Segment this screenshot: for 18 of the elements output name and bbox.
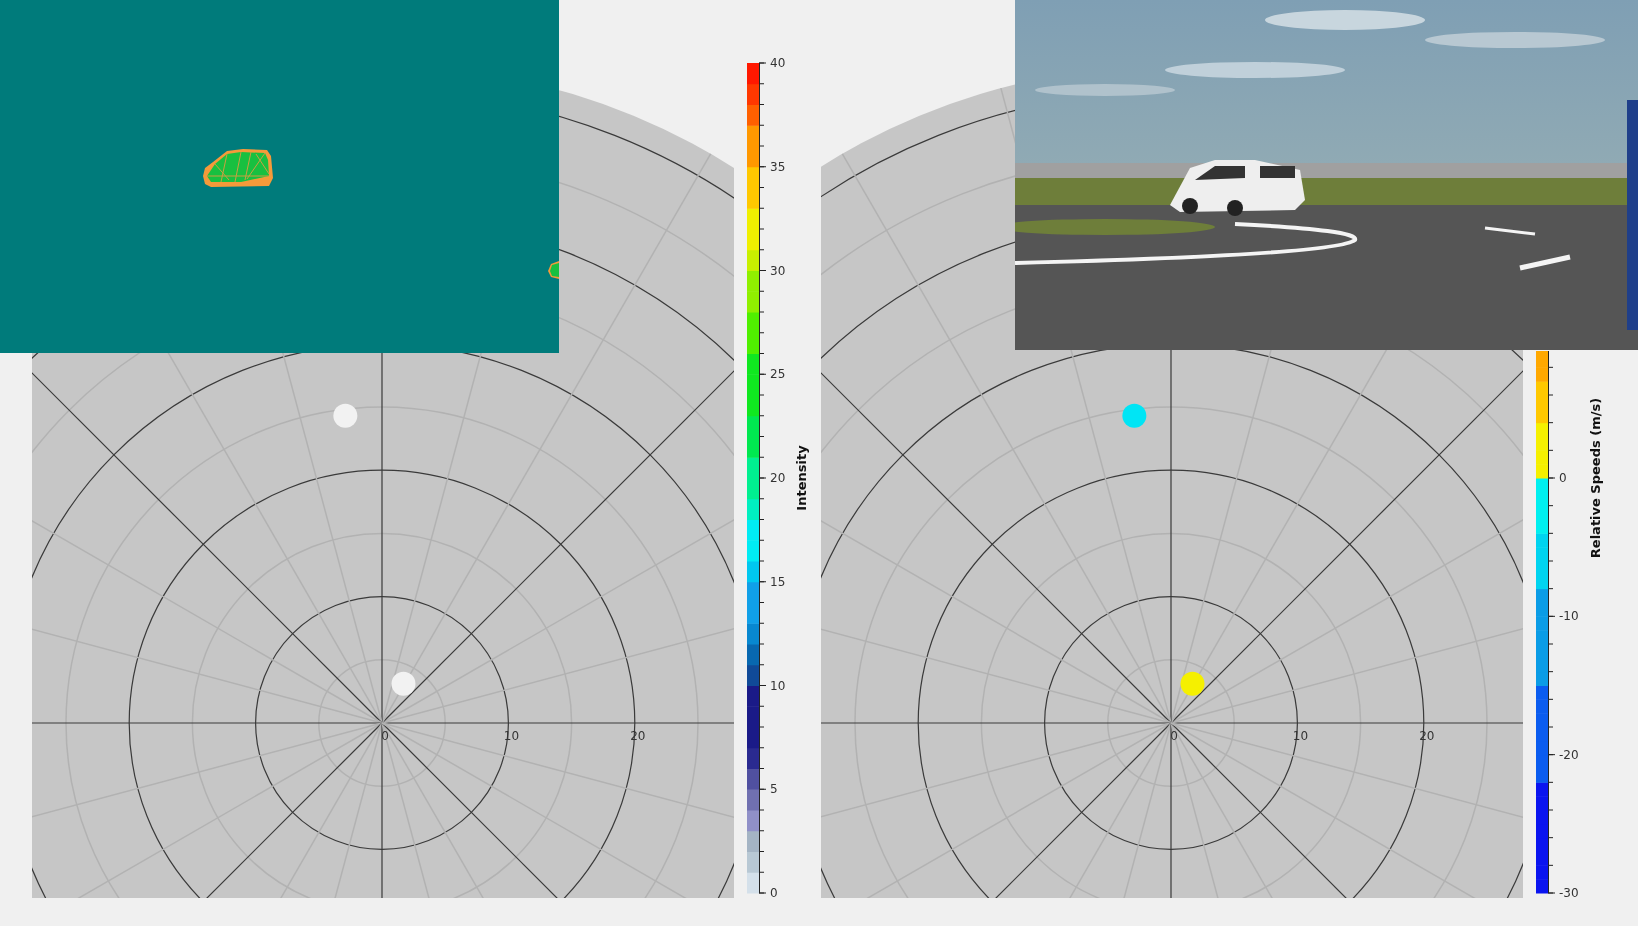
colorbar-tick-label: -20: [1559, 747, 1579, 762]
axis-tick-label: 0: [381, 729, 389, 743]
colorbar-tick-label: 20: [770, 471, 786, 485]
colorbar-tick-label: -30: [1559, 886, 1579, 900]
colorbar-title: Relative Speeds (m/s): [1588, 397, 1603, 559]
car-mesh-drawing: [547, 261, 559, 279]
colorbar-tick-label: 35: [770, 159, 786, 174]
colorbar-tick-label: 40: [770, 56, 786, 70]
colorbar-tick-label: 0: [1559, 471, 1567, 485]
colorbar-tick-label: 5: [770, 782, 778, 797]
colorbar-title: Intensity: [794, 445, 809, 511]
colorbar-tick-label: -10: [1559, 609, 1579, 624]
colorbar-tick-label: 30: [770, 263, 786, 278]
colorbar-tick-label: 0: [770, 886, 778, 900]
colorbar-tick-label: 10: [770, 678, 786, 693]
colorbar-tick-label: 15: [770, 574, 786, 589]
axis-tick-label: 0: [1170, 729, 1178, 743]
colorbar-tick-label: 25: [770, 367, 786, 382]
